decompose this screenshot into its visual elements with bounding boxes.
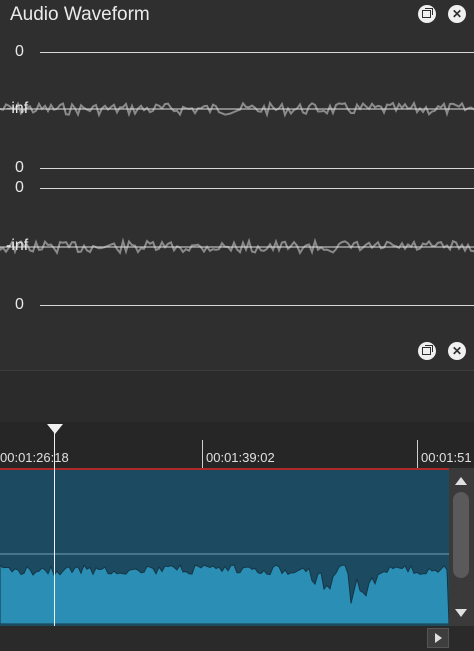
channel-2-top-label: 0 <box>15 179 24 196</box>
audio-track[interactable] <box>0 468 449 630</box>
ruler-tick <box>202 440 203 468</box>
channel-1-bottom-label: 0 <box>15 159 24 176</box>
timecode-label: 00:01:51 <box>421 450 472 465</box>
scroll-down-arrow-icon[interactable] <box>455 609 467 617</box>
scroll-up-arrow-icon[interactable] <box>455 477 467 485</box>
audio-waveform-panel: Audio Waveform ✕ 0 -inf 0 0 -inf 0 ✕ <box>0 0 474 370</box>
playhead-handle[interactable] <box>47 424 63 434</box>
channel-1-inf-label: -inf <box>6 100 29 117</box>
channel-1-top-line <box>40 52 474 53</box>
channel-2-bottom-label: 0 <box>15 296 24 313</box>
playhead-line[interactable] <box>54 430 55 626</box>
close-panel-button[interactable]: ✕ <box>448 5 466 23</box>
channel-2-level-meter <box>0 237 474 256</box>
restore-window-icon[interactable] <box>418 342 436 360</box>
channel-2-bottom-line <box>40 305 474 306</box>
timecode-label: 00:01:39:02 <box>206 450 275 465</box>
audio-waveform <box>0 553 449 624</box>
close-panel-button[interactable]: ✕ <box>448 342 466 360</box>
scroll-thumb[interactable] <box>453 492 469 578</box>
toolbar-strip <box>0 370 474 423</box>
timecode-label: 00:01:26:18 <box>0 450 69 465</box>
panel-title: Audio Waveform <box>10 4 150 25</box>
ruler-tick <box>417 440 418 468</box>
channel-1-level-meter <box>0 100 474 118</box>
horizontal-scrollbar[interactable] <box>0 626 474 651</box>
vertical-scrollbar[interactable] <box>449 468 474 626</box>
channel-1-bottom-line <box>40 168 474 169</box>
channel-2-top-line <box>40 188 474 189</box>
restore-window-icon[interactable] <box>418 5 436 23</box>
scroll-right-arrow-icon[interactable] <box>427 628 449 648</box>
channel-2-inf-label: -inf <box>6 237 29 254</box>
channel-1-top-label: 0 <box>15 43 24 60</box>
